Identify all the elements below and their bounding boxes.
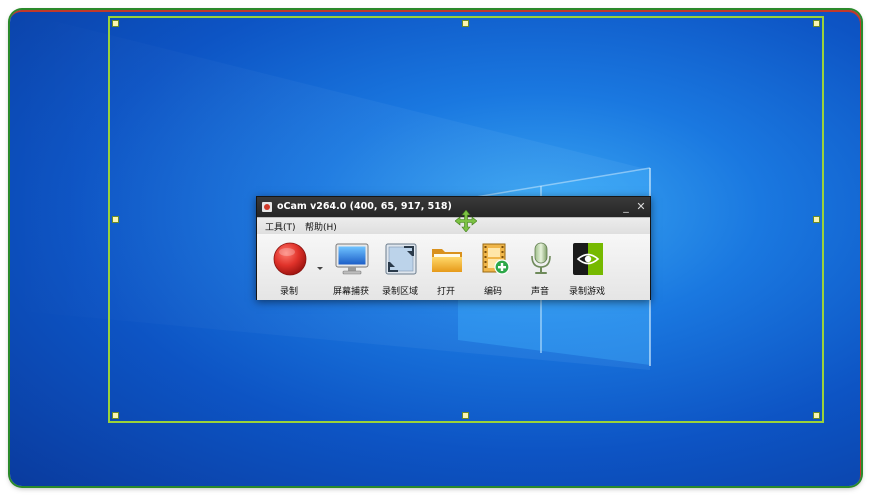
ocam-window: oCam v264.0 (400, 65, 917, 518) _ ✕ 工具(T… [256,196,651,300]
resize-handle-bottom-right[interactable] [813,412,820,419]
film-plus-icon [482,243,510,275]
resize-handle-top-left[interactable] [112,20,119,27]
record-dropdown-chevron-down-icon[interactable] [316,264,324,272]
menu-bar: 工具(T) 帮助(H) [257,217,650,235]
microphone-icon [531,242,551,274]
monitor-icon [335,243,369,275]
record-label: 录制 [279,287,298,297]
record-icon [273,242,307,276]
resize-handle-top-right[interactable] [813,20,820,27]
folder-icon [432,249,462,272]
window-title: oCam v264.0 (400, 65, 917, 518) [277,201,452,212]
menu-tools[interactable]: 工具(T) [265,220,296,233]
minimize-button[interactable]: _ [620,200,632,213]
close-button[interactable]: ✕ [635,200,647,213]
resize-handle-bottom-center[interactable] [462,412,469,419]
resize-handle-top-center[interactable] [462,20,469,27]
title-bar[interactable]: oCam v264.0 (400, 65, 917, 518) _ ✕ [257,197,650,217]
nvidia-game-icon [573,243,603,275]
menu-help[interactable]: 帮助(H) [305,220,337,233]
resize-handle-middle-right[interactable] [813,216,820,223]
record-game-label: 录制游戏 [568,287,605,297]
record-button[interactable]: 录制 [265,234,313,298]
move-crosshair-icon[interactable] [455,210,477,232]
resize-handle-middle-left[interactable] [112,216,119,223]
ocam-app-icon [262,202,272,212]
resize-handle-bottom-left[interactable] [112,412,119,419]
record-game-button[interactable]: 录制游戏 [563,234,611,298]
toolbar: 录制 屏幕捕获 录制区域 打开 编码 声音 录制游戏 [257,234,650,300]
resize-region-icon [385,243,417,275]
